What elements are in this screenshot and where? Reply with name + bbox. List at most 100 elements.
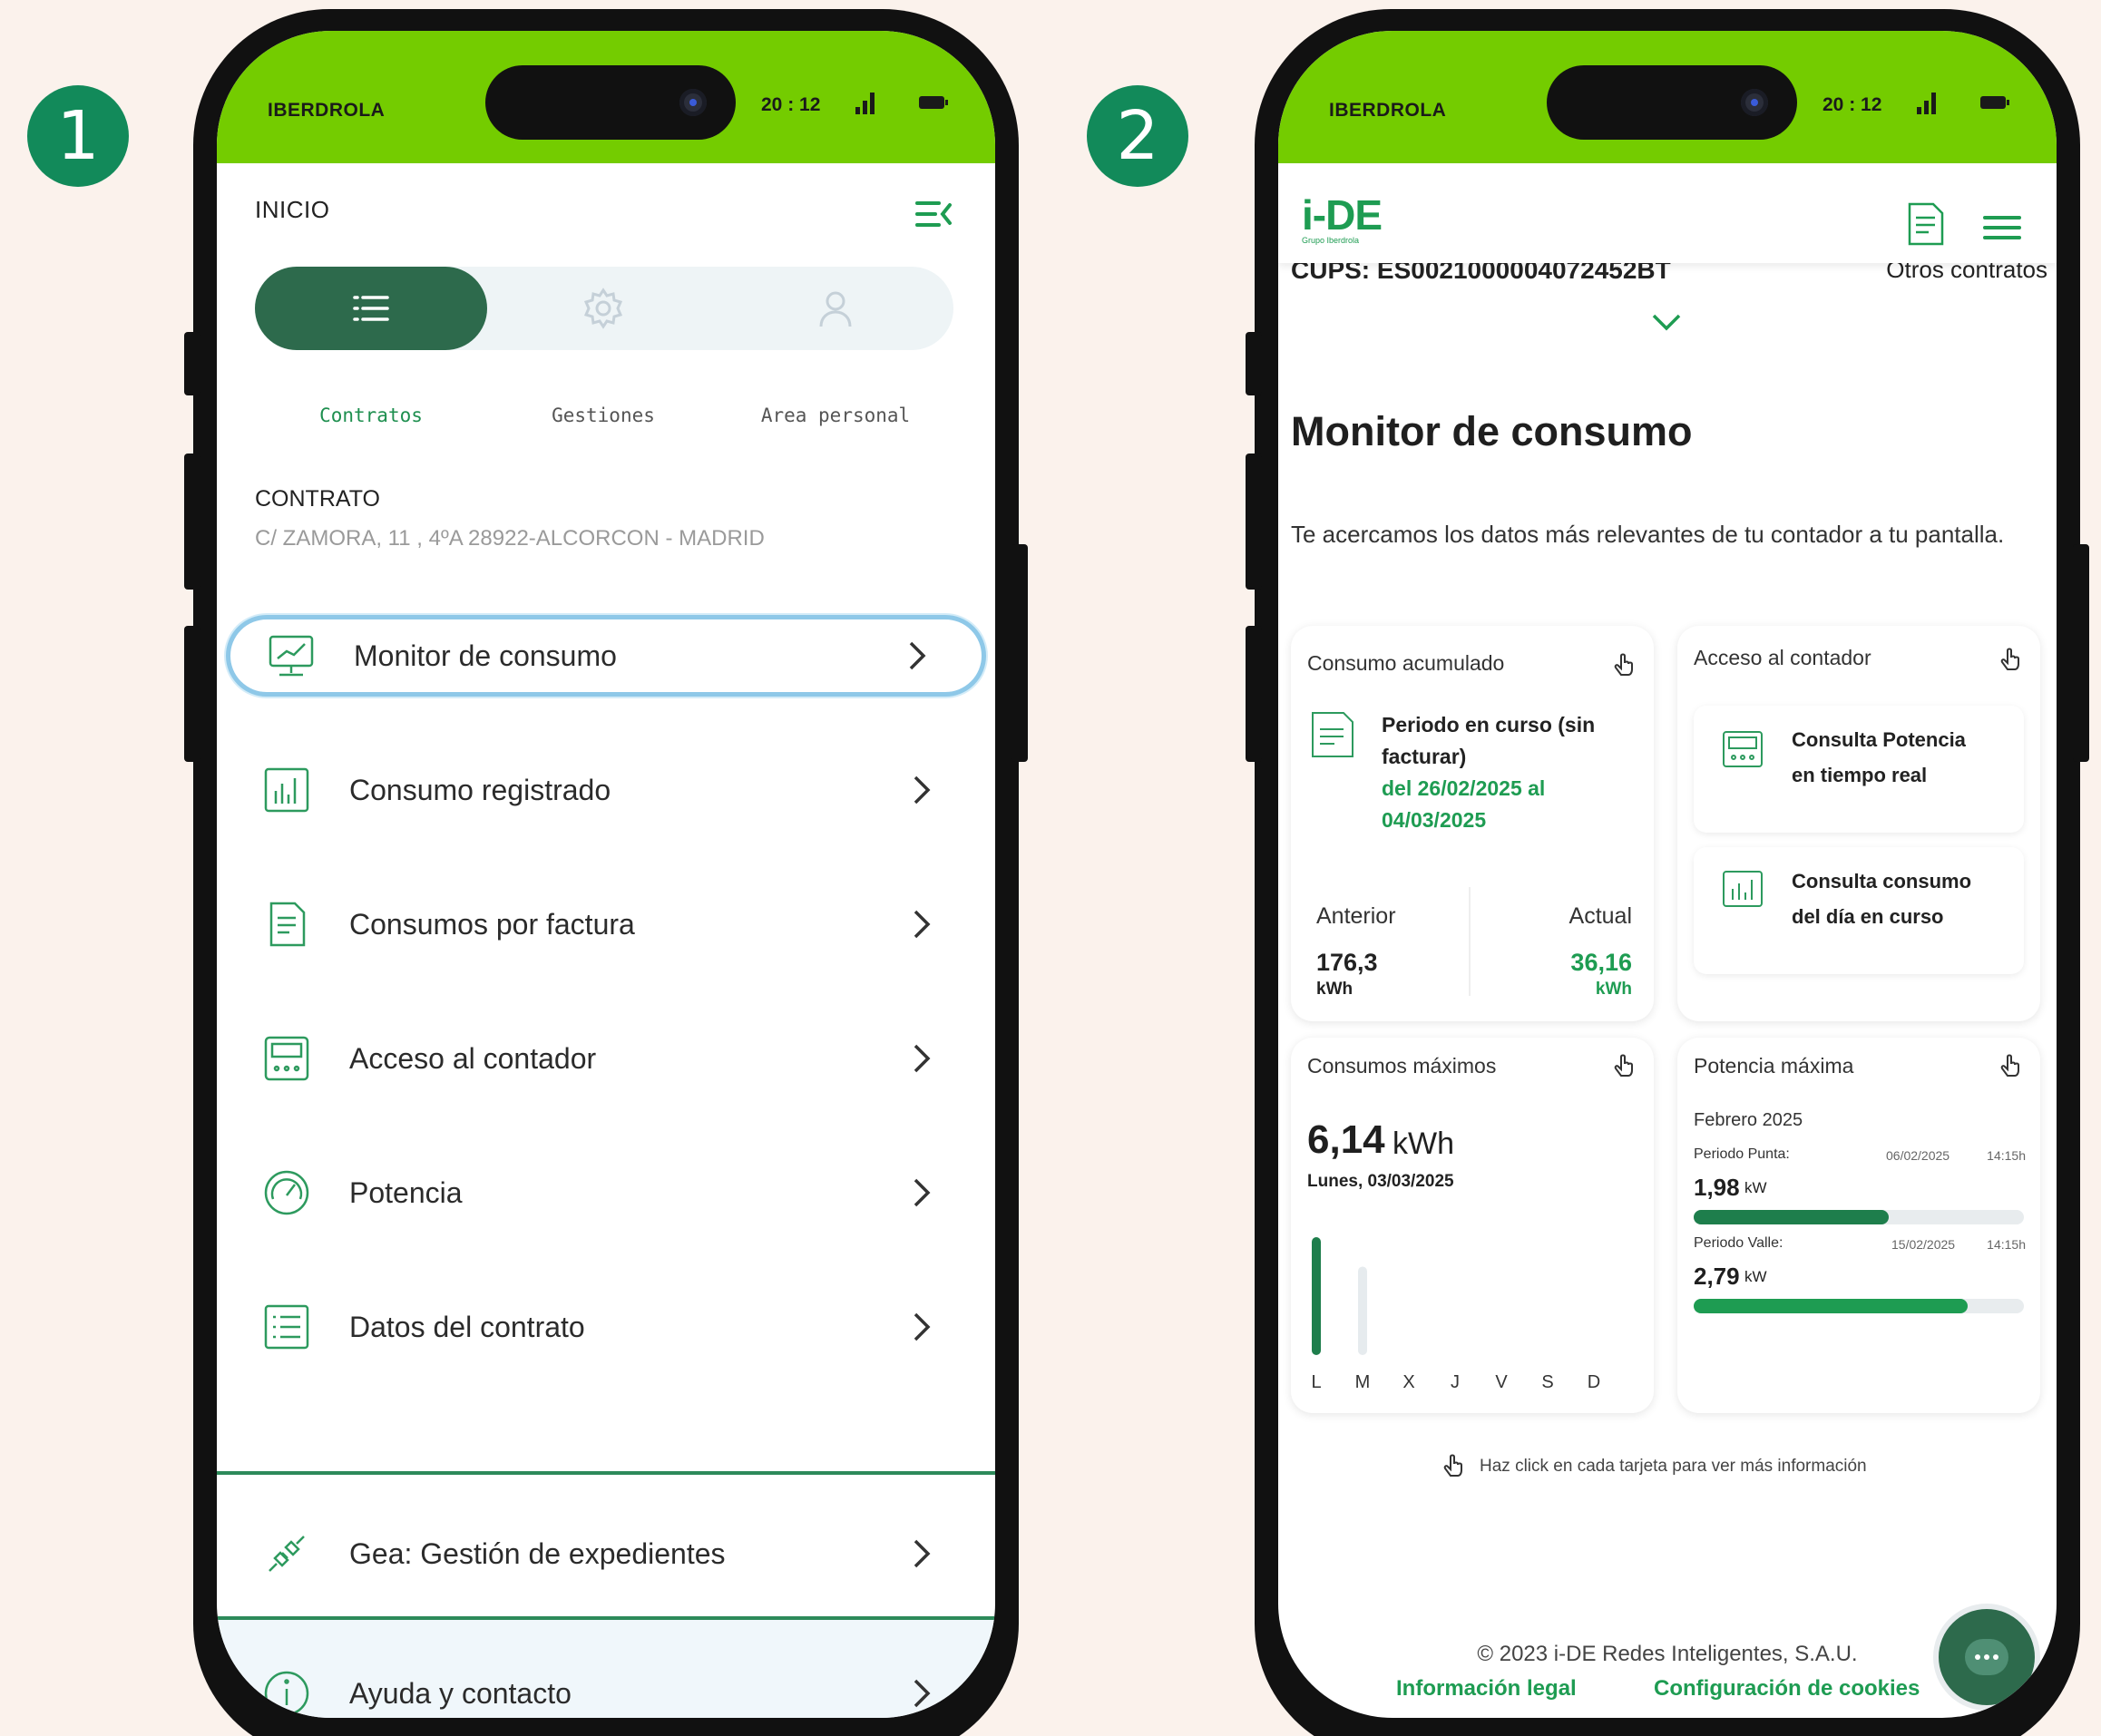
list-doc-icon <box>264 1304 309 1350</box>
volume-down-button <box>184 626 200 762</box>
period-label: Periodo en curso (sin facturar) <box>1382 713 1596 768</box>
chat-button[interactable] <box>1939 1609 2035 1705</box>
invoice-icon <box>1312 712 1353 757</box>
volume-up-button <box>184 454 200 590</box>
option-label: Consulta consumo del día en curso <box>1792 870 1972 928</box>
menu-item-gea[interactable]: Gea: Gestión de expedientes <box>226 1513 986 1595</box>
side-button <box>184 332 200 395</box>
meter-icon <box>264 1036 309 1081</box>
chevron-right-icon <box>914 1539 931 1568</box>
signal-icon <box>1917 93 1940 114</box>
invoice-icon <box>269 902 306 947</box>
menu-item-ayuda[interactable]: Ayuda y contacto <box>226 1653 986 1718</box>
intro-text: Te acercamos los datos más relevantes de… <box>1291 521 2005 548</box>
volume-down-button <box>1246 626 1262 762</box>
day-label-X: X <box>1402 1372 1414 1392</box>
user-icon[interactable] <box>814 287 857 330</box>
chevron-right-icon <box>914 1679 931 1708</box>
anterior-unit: kWh <box>1316 980 1353 999</box>
carrier-label: IBERDROLA <box>1329 100 1447 121</box>
bar-M <box>1358 1266 1367 1355</box>
menu-item-consumo-registrado[interactable]: Consumo registrado <box>226 749 986 831</box>
card-acceso-contador[interactable]: Acceso al contador Consulta Potencia en … <box>1677 626 2040 1021</box>
max-consumption-unit: kWh <box>1393 1126 1454 1161</box>
chat-icon <box>1965 1639 2008 1675</box>
cookie-settings-link[interactable]: Configuración de cookies <box>1654 1676 1920 1702</box>
menu-item-consumos-factura[interactable]: Consumos por factura <box>226 883 986 965</box>
period-dates: del 26/02/2025 al 04/03/2025 <box>1382 776 1546 832</box>
tap-hand-icon <box>1614 653 1633 676</box>
menu-item-acceso-contador[interactable]: Acceso al contador <box>226 1018 986 1099</box>
card-consumo-acumulado[interactable]: Consumo acumulado Periodo en curso (sin … <box>1291 626 1654 1021</box>
camera-icon <box>1741 89 1768 116</box>
app-header: i-DE Grupo Iberdrola <box>1278 163 2057 263</box>
punta-date: 06/02/2025 <box>1886 1148 1950 1163</box>
gear-icon[interactable] <box>581 287 625 330</box>
list-icon[interactable] <box>349 287 393 330</box>
tap-hand-icon <box>2000 1054 2019 1077</box>
menu-item-label: Datos del contrato <box>349 1310 585 1343</box>
legal-info-link[interactable]: Información legal <box>1396 1676 1577 1702</box>
card-title: Consumos máximos <box>1307 1054 1497 1078</box>
option-consumo-dia[interactable]: Consulta consumo del día en curso <box>1694 847 2024 974</box>
chevron-right-icon <box>914 910 931 939</box>
document-icon[interactable] <box>1906 201 1946 247</box>
daily-bar-chart: LMXJVSD <box>1307 1219 1637 1400</box>
menu-item-label: Monitor de consumo <box>354 639 617 672</box>
chevron-right-icon <box>914 775 931 805</box>
cards-hint: Haz click en cada tarjeta para ver más i… <box>1480 1457 1867 1476</box>
step-badge-2: 2 <box>1087 85 1188 187</box>
menu-item-datos-contrato[interactable]: Datos del contrato <box>226 1286 986 1368</box>
tab-area-personal[interactable]: Area personal <box>719 405 952 426</box>
phone-screen-1: IBERDROLA 20 : 12 INICIO Contratos Gesti… <box>217 31 995 1718</box>
day-label-D: D <box>1588 1372 1600 1392</box>
power-button <box>2073 544 2089 762</box>
menu-collapse-icon[interactable] <box>915 198 953 230</box>
max-consumption-value: 6,14 <box>1307 1117 1385 1162</box>
bar-chart-icon <box>264 767 309 813</box>
divider <box>217 1471 995 1475</box>
power-button <box>1011 544 1028 762</box>
tab-contratos[interactable]: Contratos <box>255 405 487 426</box>
menu-item-label: Consumos por factura <box>349 907 635 941</box>
valle-time: 14:15h <box>1987 1237 2026 1252</box>
chevron-right-icon <box>914 1044 931 1073</box>
contract-address: C/ ZAMORA, 11 , 4ºA 28922-ALCORCON - MAD… <box>255 526 765 551</box>
option-potencia-tiempo-real[interactable]: Consulta Potencia en tiempo real <box>1694 706 2024 833</box>
valle-progress-fill <box>1694 1299 1969 1313</box>
hamburger-menu-icon[interactable] <box>1982 214 2022 241</box>
carrier-label: IBERDROLA <box>268 100 386 121</box>
anterior-label: Anterior <box>1316 903 1396 929</box>
day-label-L: L <box>1311 1372 1321 1392</box>
punta-unit: kW <box>1744 1179 1767 1196</box>
menu-item-monitor-consumo[interactable]: Monitor de consumo <box>226 615 986 697</box>
option-label: Consulta Potencia en tiempo real <box>1792 728 1966 786</box>
divider <box>1469 887 1471 996</box>
bar-chart-icon <box>1723 871 1763 907</box>
menu-item-label: Gea: Gestión de expedientes <box>349 1536 726 1570</box>
dynamic-island <box>485 65 736 140</box>
valle-unit: kW <box>1744 1268 1767 1285</box>
status-bar: IBERDROLA 20 : 12 <box>217 31 995 163</box>
card-consumos-maximos[interactable]: Consumos máximos 6,14 kWh Lunes, 03/03/2… <box>1291 1038 1654 1413</box>
tab-gestiones[interactable]: Gestiones <box>487 405 719 426</box>
card-title: Potencia máxima <box>1694 1054 1854 1078</box>
phone-screen-2: IBERDROLA 20 : 12 i-DE Grupo Iberdrola C… <box>1278 31 2057 1718</box>
menu-item-label: Consumo registrado <box>349 773 611 806</box>
chevron-down-icon[interactable] <box>1648 310 1685 334</box>
menu-item-label: Ayuda y contacto <box>349 1676 572 1710</box>
info-icon <box>264 1671 309 1716</box>
actual-unit: kWh <box>1595 980 1632 999</box>
battery-icon <box>1980 96 2009 109</box>
menu-item-label: Potencia <box>349 1175 463 1209</box>
punta-label: Periodo Punta: <box>1694 1146 1790 1162</box>
page-title: INICIO <box>255 196 330 223</box>
phone-frame-2: IBERDROLA 20 : 12 i-DE Grupo Iberdrola C… <box>1246 9 2089 1736</box>
menu-item-potencia[interactable]: Potencia <box>226 1152 986 1234</box>
ide-logo[interactable]: i-DE Grupo Iberdrola <box>1302 190 1383 245</box>
phone-frame-1: IBERDROLA 20 : 12 INICIO Contratos Gesti… <box>184 9 1028 1736</box>
card-potencia-maxima[interactable]: Potencia máxima Febrero 2025 Periodo Pun… <box>1677 1038 2040 1413</box>
step-badge-1: 1 <box>27 85 129 187</box>
volume-up-button <box>1246 454 1262 590</box>
day-label-S: S <box>1541 1372 1553 1392</box>
